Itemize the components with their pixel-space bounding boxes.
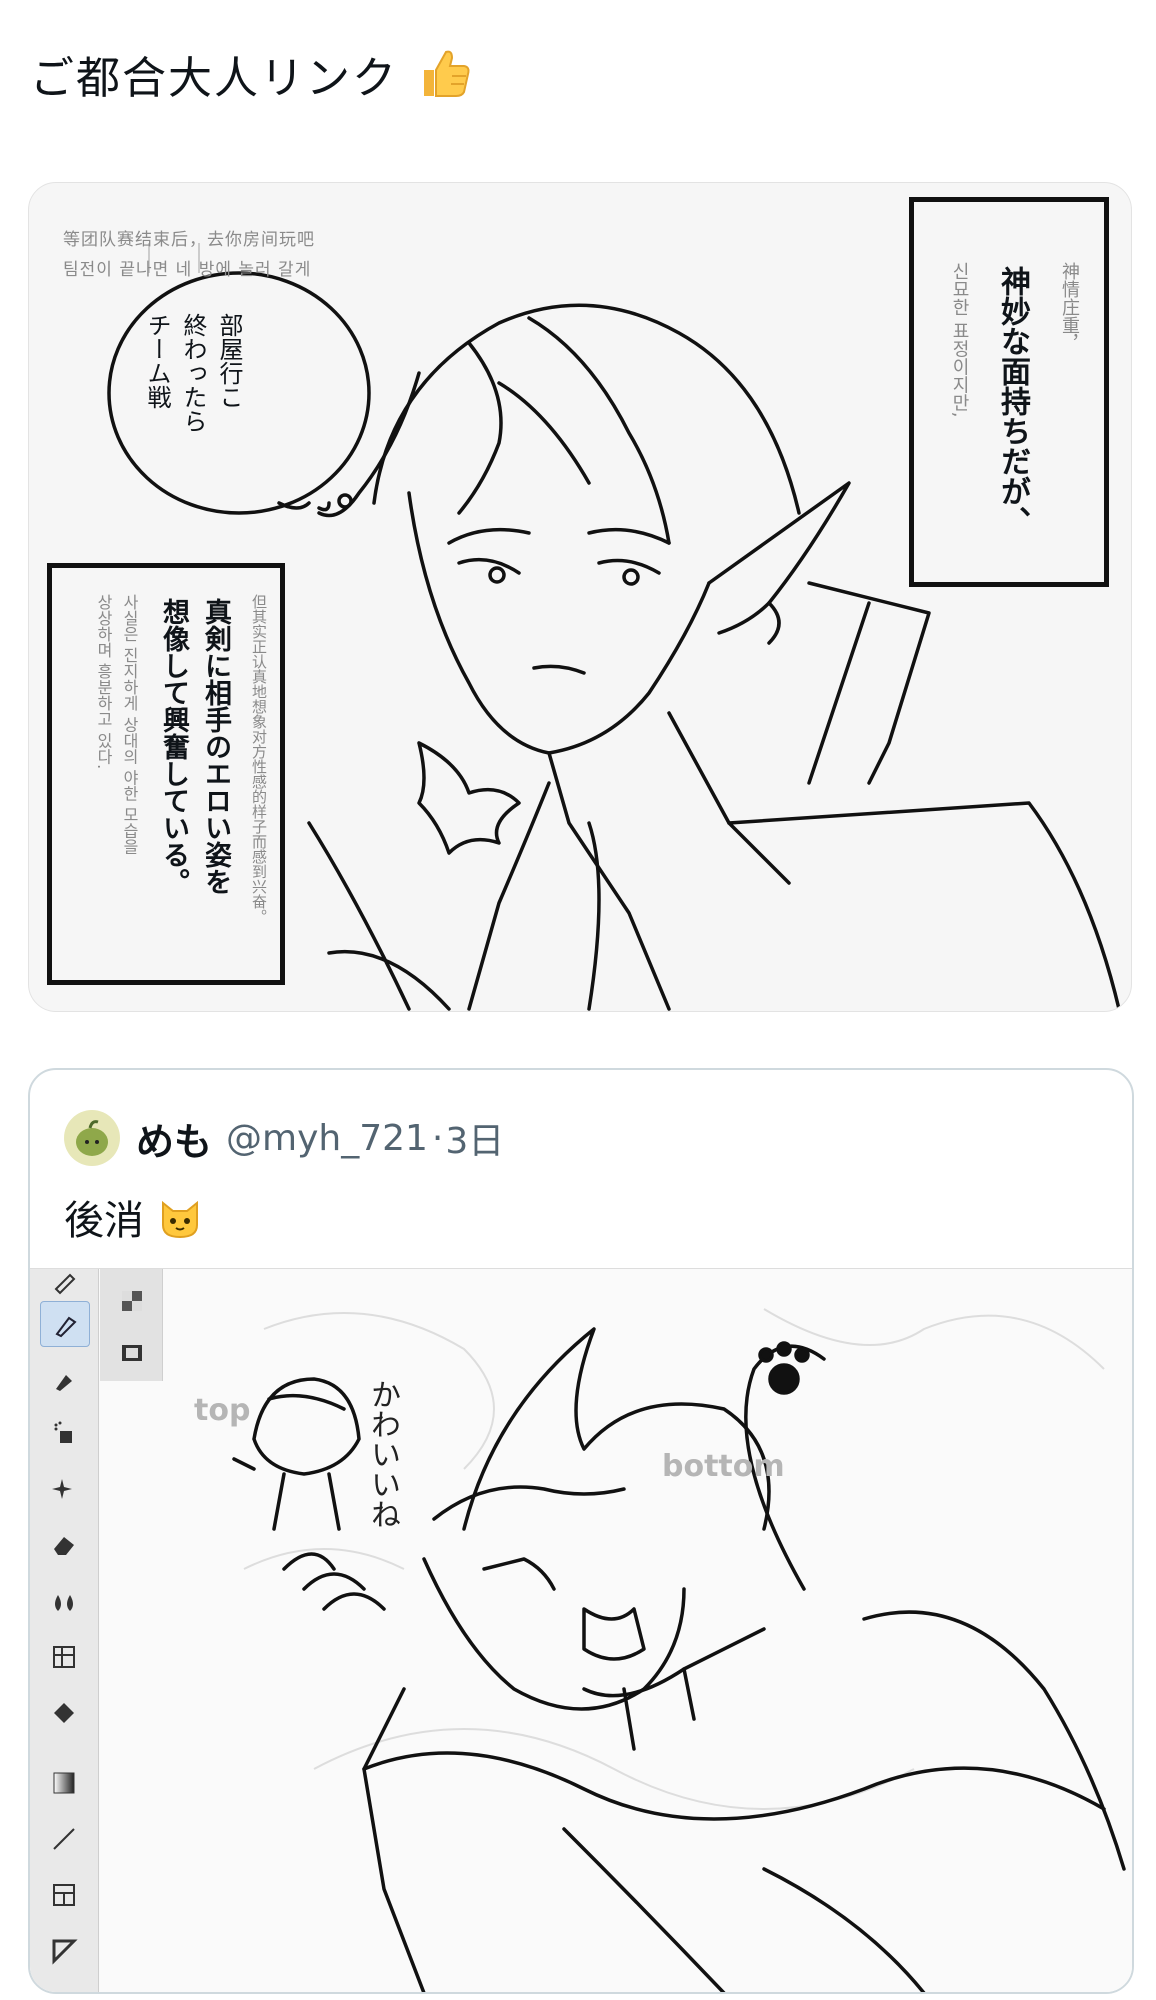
green-blob-avatar-icon[interactable]	[64, 1110, 120, 1166]
caption-box-left: 但其实正认真地想象对方性感的样子而感到兴奋。 真剣に相手のエロい姿を 想像して興…	[47, 563, 285, 985]
line-icon[interactable]	[40, 1817, 88, 1861]
quote-author-handle[interactable]: @myh_721	[226, 1118, 428, 1159]
quote-media[interactable]: top bottom かわいいね	[30, 1268, 1132, 1992]
frame-icon[interactable]	[40, 1873, 88, 1917]
quote-text: 後消	[64, 1188, 203, 1251]
cat-face-icon	[157, 1195, 203, 1251]
drawing-toolbar	[30, 1269, 99, 1992]
tweet-text: ご都合大人リンク	[30, 46, 472, 116]
quote-header: めも @myh_721 · 3日	[64, 1108, 504, 1168]
fill-bucket-icon[interactable]	[40, 1691, 88, 1735]
caption-right-zh: 神情庄重，	[1059, 262, 1080, 352]
layer-panel	[100, 1269, 163, 1381]
eraser-icon[interactable]	[40, 1523, 88, 1567]
shape-icon[interactable]	[40, 1929, 88, 1973]
quote-author-name[interactable]: めも	[136, 1111, 212, 1166]
quote-dot: ·	[431, 1117, 444, 1159]
bubble-text: 部屋行こ 終わったら チーム戦	[143, 313, 243, 433]
pen-icon[interactable]	[40, 1301, 90, 1347]
label-bottom: bottom	[662, 1449, 785, 1484]
header-zh: 等团队赛结束后，去你房间玩吧	[63, 230, 315, 250]
thumbs-up-icon	[418, 46, 472, 116]
caption-right-jp: 神妙な面持ちだが、	[995, 266, 1030, 536]
layer-grid-icon[interactable]	[108, 1279, 156, 1323]
caption-left-jp: 真剣に相手のエロい姿を 想像して興奮している。	[158, 598, 231, 895]
caption-right-ko: 신묘한 표정이지만,	[949, 262, 970, 418]
label-top: top	[194, 1393, 251, 1428]
airbrush-icon[interactable]	[40, 1411, 88, 1455]
header-ko: 팀전이 끝나면 네 방에 놀러 갈게	[63, 260, 312, 280]
caption-box-right: 神情庄重， 神妙な面持ちだが、 신묘한 표정이지만,	[909, 197, 1109, 587]
caption-left-zh: 但其实正认真地想象对方性感的样子而感到兴奋。	[250, 594, 268, 924]
handwritten-text: かわいいね	[365, 1379, 400, 1529]
caption-left-ko: 사실은 진지하게 상대의 야한 모습을 상상하며 흥분하고 있다.	[94, 594, 139, 855]
manga-panel-image[interactable]: 等团队赛结束后，去你房间玩吧 팀전이 끝나면 네 방에 놀러 갈게 部屋行こ 終…	[28, 182, 1132, 1012]
film-icon[interactable]	[108, 1331, 156, 1375]
pen-nib-icon[interactable]	[40, 1259, 88, 1303]
sketch-drawing	[232, 1308, 1126, 1992]
drawing-canvas[interactable]: top bottom かわいいね	[164, 1269, 1132, 1992]
blend-icon[interactable]	[40, 1579, 88, 1623]
tweet-text-content: ご都合大人リンク	[30, 53, 398, 104]
gradient-icon[interactable]	[40, 1761, 88, 1805]
quote-tweet[interactable]: めも @myh_721 · 3日 後消 top bottom かわいいね	[28, 1068, 1134, 1994]
marker-icon[interactable]	[40, 1357, 88, 1401]
grid-transform-icon[interactable]	[40, 1635, 88, 1679]
sparkle-icon[interactable]	[40, 1467, 88, 1511]
quote-time[interactable]: 3日	[445, 1112, 504, 1164]
